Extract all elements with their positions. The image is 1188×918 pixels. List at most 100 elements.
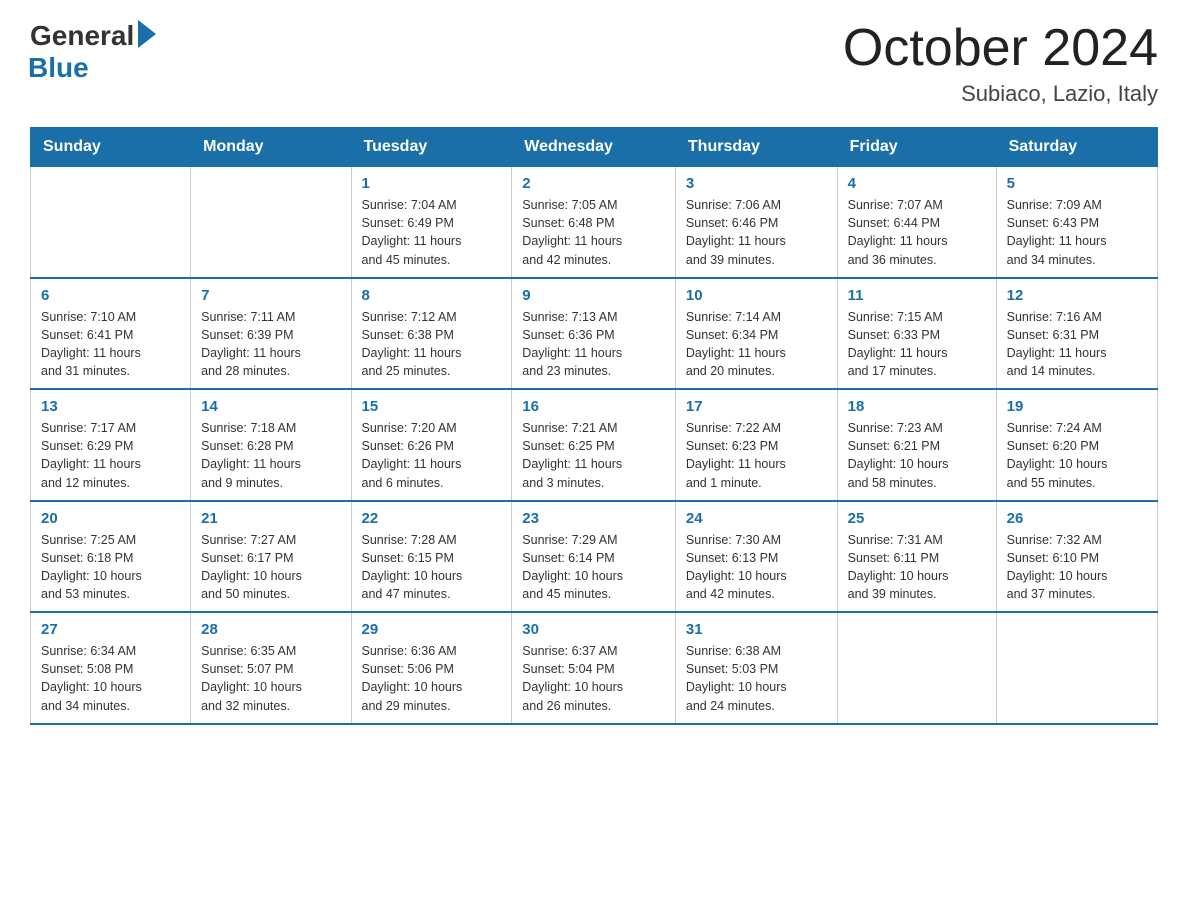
weekday-header-tuesday: Tuesday (351, 128, 512, 167)
weekday-header-friday: Friday (837, 128, 996, 167)
weekday-header-sunday: Sunday (31, 128, 191, 167)
day-number: 1 (362, 175, 502, 192)
calendar-cell: 15Sunrise: 7:20 AM Sunset: 6:26 PM Dayli… (351, 389, 512, 501)
calendar-cell: 21 Sunrise: 7:27 AM Sunset: 6:17 PM Dayli… (191, 501, 351, 613)
calendar-cell: 11 Sunrise: 7:15 AM Sunset: 6:33 PM Dayli… (837, 278, 996, 390)
day-number: 23 (522, 510, 665, 527)
calendar-cell: 28Sunrise: 6:35 AM Sunset: 5:07 PM Dayli… (191, 612, 351, 724)
day-info: Sunrise: 6:34 AM Sunset: 5:08 PM Dayligh… (41, 642, 180, 715)
day-info: Sunrise: 7:21 AM Sunset: 6:25 PM Dayligh… (522, 419, 665, 492)
calendar-cell: 20 Sunrise: 7:25 AM Sunset: 6:18 PM Dayli… (31, 501, 191, 613)
day-info: Sunrise: 7:05 AM Sunset: 6:48 PM Dayligh… (522, 196, 665, 269)
day-number: 27 (41, 621, 180, 638)
calendar-cell: 8Sunrise: 7:12 AM Sunset: 6:38 PM Daylig… (351, 278, 512, 390)
day-info: Sunrise: 7:23 AM Sunset: 6:21 PM Dayligh… (848, 419, 986, 492)
calendar-cell: 9 Sunrise: 7:13 AM Sunset: 6:36 PM Daylig… (512, 278, 676, 390)
day-info: Sunrise: 7:13 AM Sunset: 6:36 PM Dayligh… (522, 308, 665, 381)
day-number: 24 (686, 510, 827, 527)
day-info: Sunrise: 7:28 AM Sunset: 6:15 PM Dayligh… (362, 531, 502, 604)
calendar-cell: 26 Sunrise: 7:32 AM Sunset: 6:10 PM Dayli… (996, 501, 1157, 613)
day-number: 29 (362, 621, 502, 638)
day-number: 8 (362, 287, 502, 304)
weekday-header-monday: Monday (191, 128, 351, 167)
day-number: 18 (848, 398, 986, 415)
day-number: 31 (686, 621, 827, 638)
calendar-cell (837, 612, 996, 724)
weekday-header-thursday: Thursday (675, 128, 837, 167)
calendar-cell: 29 Sunrise: 6:36 AM Sunset: 5:06 PM Dayli… (351, 612, 512, 724)
calendar-cell: 2 Sunrise: 7:05 AM Sunset: 6:48 PM Daylig… (512, 167, 676, 278)
day-info: Sunrise: 7:07 AM Sunset: 6:44 PM Dayligh… (848, 196, 986, 269)
day-number: 28 (201, 621, 340, 638)
calendar-week-row: 13 Sunrise: 7:17 AM Sunset: 6:29 PM Dayli… (31, 389, 1158, 501)
day-number: 3 (686, 175, 827, 192)
calendar-cell: 31 Sunrise: 6:38 AM Sunset: 5:03 PM Dayli… (675, 612, 837, 724)
logo-arrow-icon (138, 20, 156, 48)
calendar-week-row: 6 Sunrise: 7:10 AM Sunset: 6:41 PM Daylig… (31, 278, 1158, 390)
day-info: Sunrise: 7:16 AM Sunset: 6:31 PM Dayligh… (1007, 308, 1147, 381)
page-header: General Blue October 2024 Subiaco, Lazio… (30, 20, 1158, 107)
calendar-cell: 24 Sunrise: 7:30 AM Sunset: 6:13 PM Dayli… (675, 501, 837, 613)
day-info: Sunrise: 7:27 AM Sunset: 6:17 PM Dayligh… (201, 531, 340, 604)
day-info: Sunrise: 7:18 AM Sunset: 6:28 PM Dayligh… (201, 419, 340, 492)
day-number: 5 (1007, 175, 1147, 192)
day-info: Sunrise: 7:14 AM Sunset: 6:34 PM Dayligh… (686, 308, 827, 381)
calendar-cell: 25Sunrise: 7:31 AM Sunset: 6:11 PM Dayli… (837, 501, 996, 613)
day-number: 9 (522, 287, 665, 304)
day-number: 19 (1007, 398, 1147, 415)
day-info: Sunrise: 6:38 AM Sunset: 5:03 PM Dayligh… (686, 642, 827, 715)
day-info: Sunrise: 6:37 AM Sunset: 5:04 PM Dayligh… (522, 642, 665, 715)
day-number: 6 (41, 287, 180, 304)
day-number: 22 (362, 510, 502, 527)
location-subtitle: Subiaco, Lazio, Italy (843, 81, 1158, 107)
calendar-cell: 14 Sunrise: 7:18 AM Sunset: 6:28 PM Dayli… (191, 389, 351, 501)
day-info: Sunrise: 7:30 AM Sunset: 6:13 PM Dayligh… (686, 531, 827, 604)
calendar-week-row: 1Sunrise: 7:04 AM Sunset: 6:49 PM Daylig… (31, 167, 1158, 278)
calendar-cell: 5Sunrise: 7:09 AM Sunset: 6:43 PM Daylig… (996, 167, 1157, 278)
calendar-cell: 3 Sunrise: 7:06 AM Sunset: 6:46 PM Daylig… (675, 167, 837, 278)
day-info: Sunrise: 7:25 AM Sunset: 6:18 PM Dayligh… (41, 531, 180, 604)
day-number: 7 (201, 287, 340, 304)
day-info: Sunrise: 7:32 AM Sunset: 6:10 PM Dayligh… (1007, 531, 1147, 604)
day-number: 10 (686, 287, 827, 304)
day-info: Sunrise: 6:36 AM Sunset: 5:06 PM Dayligh… (362, 642, 502, 715)
day-info: Sunrise: 7:24 AM Sunset: 6:20 PM Dayligh… (1007, 419, 1147, 492)
calendar-header-row: SundayMondayTuesdayWednesdayThursdayFrid… (31, 128, 1158, 167)
calendar-cell: 17Sunrise: 7:22 AM Sunset: 6:23 PM Dayli… (675, 389, 837, 501)
calendar-cell: 22 Sunrise: 7:28 AM Sunset: 6:15 PM Dayli… (351, 501, 512, 613)
day-number: 11 (848, 287, 986, 304)
day-number: 20 (41, 510, 180, 527)
month-year-title: October 2024 (843, 20, 1158, 77)
calendar-cell (996, 612, 1157, 724)
logo-general-text: General (30, 20, 134, 52)
day-info: Sunrise: 7:06 AM Sunset: 6:46 PM Dayligh… (686, 196, 827, 269)
day-info: Sunrise: 7:15 AM Sunset: 6:33 PM Dayligh… (848, 308, 986, 381)
day-number: 13 (41, 398, 180, 415)
calendar-cell: 27 Sunrise: 6:34 AM Sunset: 5:08 PM Dayli… (31, 612, 191, 724)
day-info: Sunrise: 7:17 AM Sunset: 6:29 PM Dayligh… (41, 419, 180, 492)
calendar-cell: 1Sunrise: 7:04 AM Sunset: 6:49 PM Daylig… (351, 167, 512, 278)
calendar-cell: 23Sunrise: 7:29 AM Sunset: 6:14 PM Dayli… (512, 501, 676, 613)
day-number: 21 (201, 510, 340, 527)
calendar-cell: 30 Sunrise: 6:37 AM Sunset: 5:04 PM Dayli… (512, 612, 676, 724)
day-number: 2 (522, 175, 665, 192)
weekday-header-wednesday: Wednesday (512, 128, 676, 167)
calendar-table: SundayMondayTuesdayWednesdayThursdayFrid… (30, 127, 1158, 725)
day-info: Sunrise: 7:10 AM Sunset: 6:41 PM Dayligh… (41, 308, 180, 381)
day-number: 14 (201, 398, 340, 415)
day-number: 4 (848, 175, 986, 192)
calendar-cell: 4 Sunrise: 7:07 AM Sunset: 6:44 PM Daylig… (837, 167, 996, 278)
day-info: Sunrise: 7:31 AM Sunset: 6:11 PM Dayligh… (848, 531, 986, 604)
calendar-cell: 6 Sunrise: 7:10 AM Sunset: 6:41 PM Daylig… (31, 278, 191, 390)
day-number: 26 (1007, 510, 1147, 527)
weekday-header-saturday: Saturday (996, 128, 1157, 167)
day-number: 12 (1007, 287, 1147, 304)
calendar-cell: 13 Sunrise: 7:17 AM Sunset: 6:29 PM Dayli… (31, 389, 191, 501)
day-number: 15 (362, 398, 502, 415)
day-number: 30 (522, 621, 665, 638)
day-info: Sunrise: 7:22 AM Sunset: 6:23 PM Dayligh… (686, 419, 827, 492)
logo: General Blue (30, 20, 156, 84)
calendar-week-row: 20 Sunrise: 7:25 AM Sunset: 6:18 PM Dayli… (31, 501, 1158, 613)
day-info: Sunrise: 7:11 AM Sunset: 6:39 PM Dayligh… (201, 308, 340, 381)
calendar-cell: 19 Sunrise: 7:24 AM Sunset: 6:20 PM Dayli… (996, 389, 1157, 501)
